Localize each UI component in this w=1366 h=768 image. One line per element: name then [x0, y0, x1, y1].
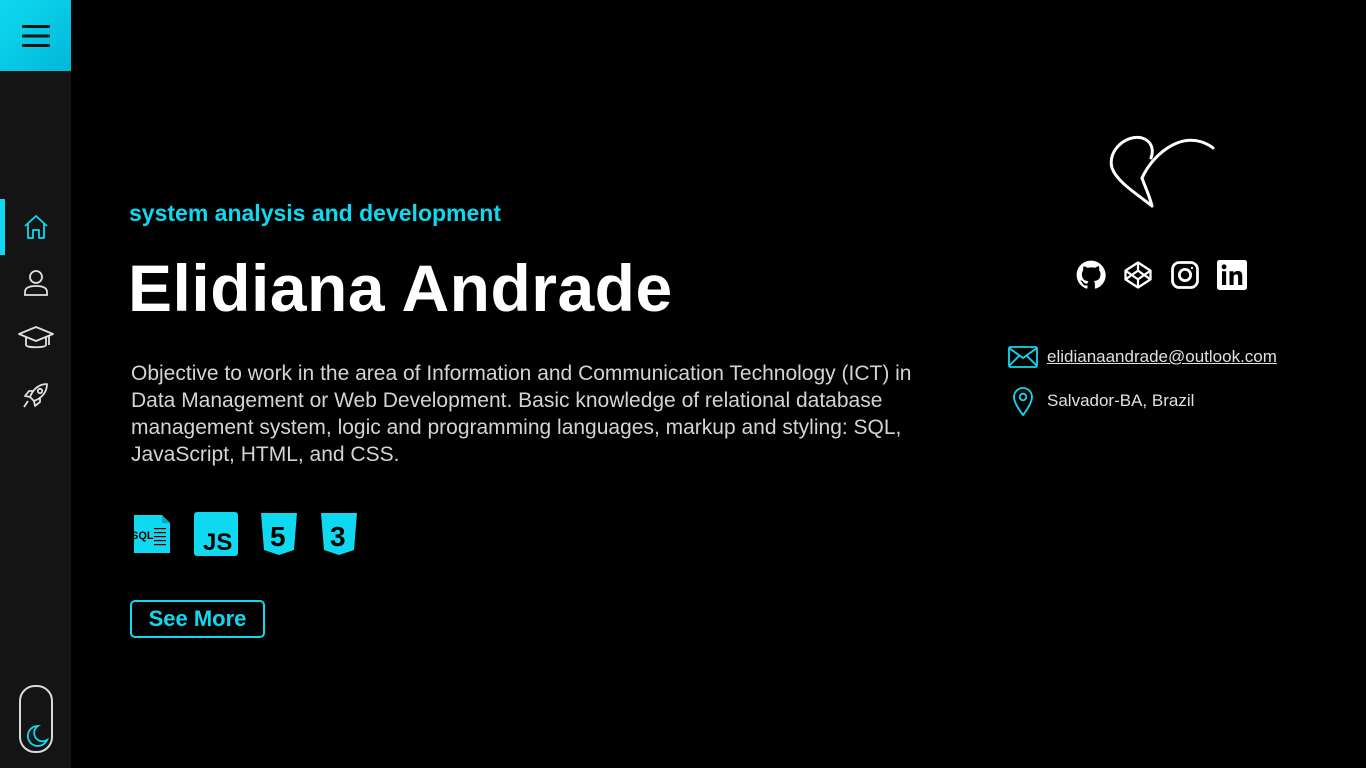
- skill-javascript: JS: [194, 512, 238, 556]
- contact-email-row: elidianaandrade@outlook.com: [1008, 346, 1277, 368]
- linkedin-icon: [1217, 260, 1247, 290]
- home-icon: [23, 215, 48, 239]
- svg-text:JS: JS: [203, 529, 232, 556]
- hero-subtitle: system analysis and development: [129, 200, 501, 226]
- svg-text:SQL: SQL: [131, 530, 154, 542]
- github-icon: [1076, 260, 1106, 289]
- signature-logo-icon: [1109, 135, 1215, 208]
- sidebar-item-education[interactable]: [0, 311, 71, 367]
- skills-list: SQL JS 5 3: [130, 512, 380, 556]
- hero-description: Objective to work in the area of Informa…: [131, 362, 912, 466]
- hamburger-icon: [21, 24, 50, 47]
- sidebar-item-projects[interactable]: [0, 367, 71, 423]
- codepen-icon: [1124, 261, 1152, 289]
- javascript-icon: JS: [194, 512, 238, 556]
- signature-logo: [1107, 132, 1217, 217]
- sidebar-item-home[interactable]: [0, 199, 71, 255]
- menu-button[interactable]: [0, 0, 71, 71]
- theme-toggle[interactable]: [19, 685, 53, 753]
- location-pin-icon: [1013, 387, 1033, 416]
- sidebar-item-about[interactable]: [0, 255, 71, 311]
- location-text: Salvador-BA, Brazil: [1047, 391, 1195, 410]
- svg-text:5: 5: [270, 521, 286, 552]
- location-icon-wrap: [1008, 386, 1038, 416]
- codepen-link[interactable]: [1122, 259, 1154, 291]
- moon-icon: [26, 725, 49, 747]
- svg-text:3: 3: [330, 521, 346, 552]
- email-link[interactable]: elidianaandrade@outlook.com: [1047, 347, 1277, 367]
- sidebar-nav: [0, 199, 71, 423]
- github-link[interactable]: [1075, 259, 1107, 291]
- see-more-button[interactable]: See More: [130, 600, 265, 638]
- instagram-icon: [1171, 261, 1199, 289]
- social-links: [1075, 259, 1263, 291]
- skill-html5: 5: [260, 512, 298, 556]
- sidebar: [0, 0, 71, 768]
- contact-location-row: Salvador-BA, Brazil: [1008, 386, 1194, 416]
- html5-icon: 5: [261, 513, 297, 555]
- rocket-icon: [22, 383, 48, 408]
- linkedin-link[interactable]: [1216, 259, 1248, 291]
- user-icon: [23, 270, 48, 296]
- skill-css3: 3: [320, 512, 358, 556]
- css3-icon: 3: [321, 513, 357, 555]
- hero-name: Elidiana Andrade: [128, 251, 673, 325]
- skill-sql: SQL: [130, 513, 172, 555]
- instagram-link[interactable]: [1169, 259, 1201, 291]
- mail-icon-wrap: [1008, 346, 1038, 368]
- sql-icon: SQL: [131, 515, 170, 553]
- graduation-cap-icon: [17, 326, 54, 349]
- mail-icon: [1008, 346, 1038, 368]
